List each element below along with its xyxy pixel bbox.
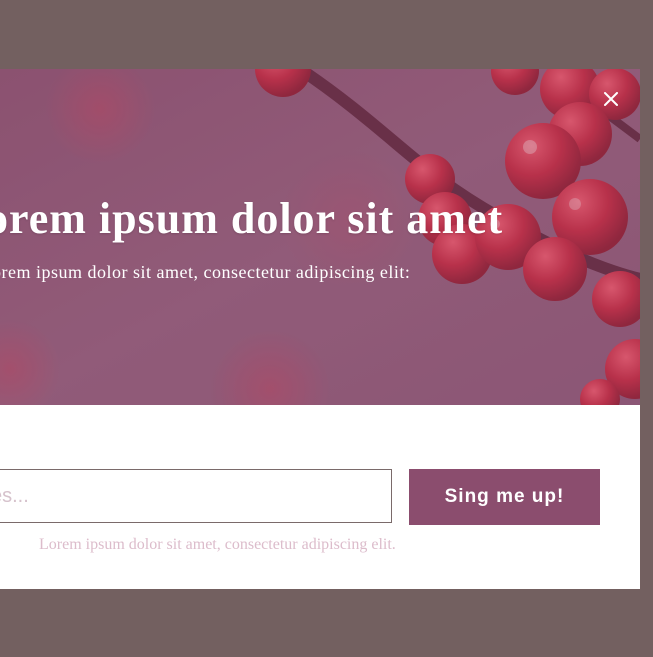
close-button[interactable] xyxy=(598,86,624,112)
disclaimer-text: Lorem ipsum dolor sit amet, consectetur … xyxy=(39,536,396,553)
signup-form: Sing me up! xyxy=(0,469,640,525)
email-input[interactable] xyxy=(0,469,392,523)
sign-me-up-button[interactable]: Sing me up! xyxy=(409,469,600,525)
close-icon xyxy=(604,92,618,106)
signup-modal: orem ipsum dolor sit amet orem ipsum dol… xyxy=(0,69,640,589)
modal-title: orem ipsum dolor sit amet xyxy=(0,194,504,243)
hero-banner: orem ipsum dolor sit amet orem ipsum dol… xyxy=(0,69,640,405)
modal-subtitle: orem ipsum dolor sit amet, consectetur a… xyxy=(0,262,411,282)
